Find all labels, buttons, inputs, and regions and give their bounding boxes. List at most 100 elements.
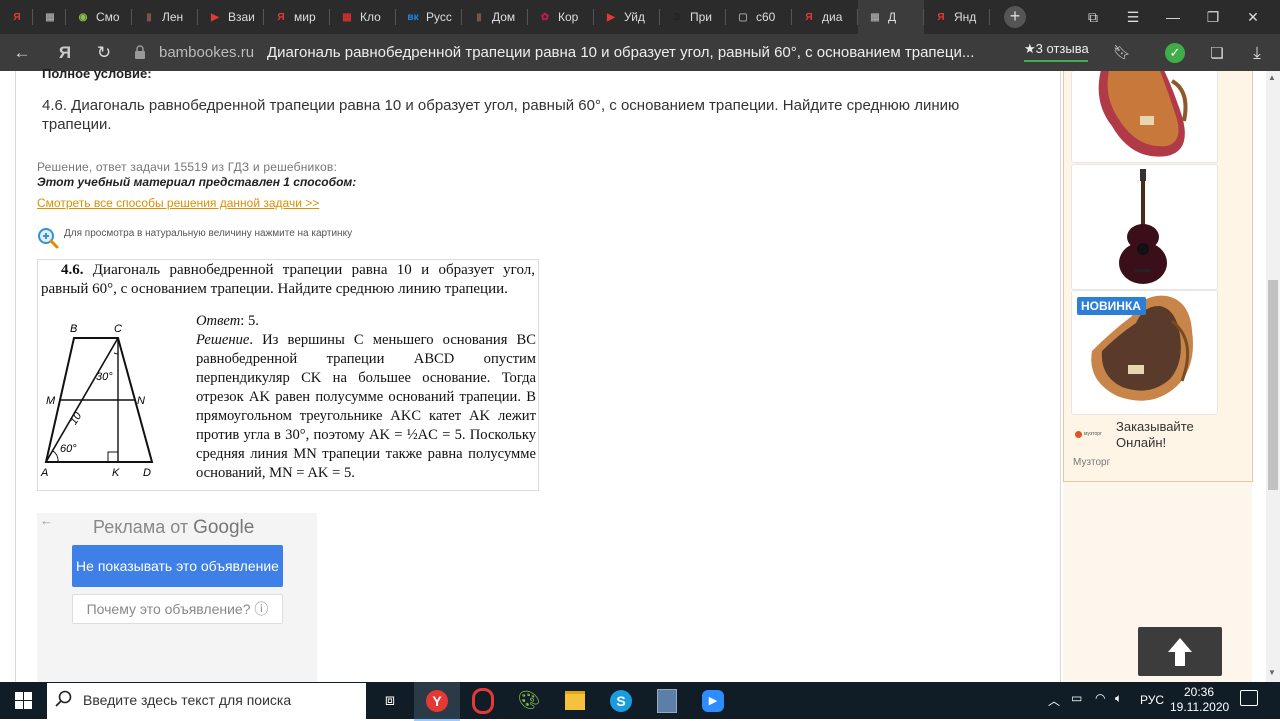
restore-button[interactable]: ❐	[1193, 0, 1233, 34]
new-badge: НОВИНКА	[1077, 297, 1146, 315]
tab-4[interactable]: ▶ Взаи	[198, 0, 264, 34]
scan-problem-number: 4.6.	[61, 262, 84, 278]
problem-statement: 4.6. Диагональ равнобедренной трапеции р…	[42, 97, 960, 133]
tab-2[interactable]: ◉ Смо	[66, 0, 132, 34]
tab-1[interactable]: ▦	[33, 0, 66, 34]
tab-3[interactable]: ▮ Лен	[132, 0, 198, 34]
scan-answer-label: Ответ	[196, 313, 241, 329]
new-tab-button[interactable]: +	[1004, 6, 1026, 28]
label-diagonal: 10	[68, 410, 85, 427]
tab-favicon-icon: Я	[937, 11, 945, 23]
tab-10[interactable]: ▶ Уйд	[594, 0, 660, 34]
tab-11[interactable]: З При	[660, 0, 726, 34]
start-button[interactable]	[0, 682, 46, 719]
tab-label: мир	[294, 10, 316, 24]
collections-icon[interactable]: ❏	[1203, 34, 1231, 71]
taskbar-skype[interactable]: S	[598, 682, 644, 719]
downloads-icon[interactable]: ⤓	[1243, 34, 1271, 71]
scroll-down-arrow-icon[interactable]: ▼	[1268, 668, 1276, 677]
scroll-to-top-button[interactable]	[1138, 627, 1222, 676]
trapezoid-figure: B C M N A K D 30° 60° 10	[40, 323, 154, 479]
clock-date: 19.11.2020	[1170, 700, 1230, 714]
paint-palette-icon: 🎨︎	[517, 690, 541, 710]
tab-favicon-icon: З	[673, 11, 681, 23]
muztorg-logo-text: музторг	[1084, 431, 1102, 437]
why-this-ad-button[interactable]: Почему это объявление? ⓘ	[72, 594, 283, 624]
tab-label: При	[690, 10, 713, 24]
taskbar-calculator[interactable]	[644, 682, 690, 719]
magnifier-icon[interactable]	[37, 227, 59, 249]
order-online-text[interactable]: Заказывайте Онлайн!	[1116, 419, 1206, 451]
page-title-in-address[interactable]: Диагональ равнобедренной трапеции равна …	[267, 44, 974, 61]
tab-label: Взаи	[228, 10, 255, 24]
scrollbar-thumb[interactable]	[1268, 280, 1278, 490]
tray-chevron-icon[interactable]: ︿	[1048, 692, 1060, 709]
taskbar-file-explorer[interactable]	[552, 682, 598, 719]
product-card-acoustic-guitar[interactable]	[1071, 164, 1218, 290]
back-arrow-icon[interactable]: ←	[8, 34, 36, 71]
taskbar-paint[interactable]: 🎨︎	[506, 682, 552, 719]
taskbar-yandex-browser[interactable]: Y	[414, 682, 460, 721]
google-logo-text: Google	[193, 517, 255, 538]
tab-label: Д	[888, 10, 897, 24]
tab-14[interactable]: ▦ Д	[858, 0, 924, 34]
solution-image[interactable]: 4.6. Диагональ равнобедренной трапеции р…	[37, 259, 539, 491]
tab-5[interactable]: Ямир	[264, 0, 330, 34]
product-card-guitar-case-red[interactable]	[1071, 66, 1218, 163]
tab-7[interactable]: вк Русс	[396, 0, 462, 34]
tab-12[interactable]: ▢ c60	[726, 0, 792, 34]
muztorg-logo[interactable]: музторг	[1075, 428, 1108, 440]
lock-icon[interactable]	[134, 45, 146, 59]
menu-icon[interactable]: ☰	[1113, 0, 1153, 34]
up-arrow-icon	[1168, 637, 1192, 666]
close-window-button[interactable]: ✕	[1233, 0, 1273, 34]
hide-ad-button[interactable]: Не показывать это объявление	[72, 545, 283, 587]
tab-label: Уйд	[624, 10, 645, 24]
scan-answer-line: Ответ: 5.	[196, 312, 536, 331]
taskbar-opera[interactable]	[460, 682, 506, 719]
tab-favicon-icon: ▢	[738, 11, 748, 23]
tab-favicon-icon: ▮	[476, 11, 482, 23]
tab-13[interactable]: Ядиа	[792, 0, 858, 34]
label-n: N	[137, 395, 145, 407]
volume-icon[interactable]: 🔈︎	[1115, 691, 1122, 706]
protect-check-icon[interactable]: ✓	[1165, 43, 1185, 63]
notifications-icon[interactable]	[1240, 690, 1258, 706]
muztorg-brand-label[interactable]: Музторг	[1073, 457, 1110, 468]
clock[interactable]: 20:36 19.11.2020	[1170, 685, 1230, 715]
label-a: A	[40, 467, 48, 479]
label-k: K	[112, 467, 120, 479]
scan-problem-text: 4.6. Диагональ равнобедренной трапеции р…	[41, 261, 535, 299]
tab-0[interactable]: ЯЯ	[0, 0, 33, 34]
content-divider	[1060, 71, 1061, 682]
tabs-manager-icon[interactable]: ⧉	[1073, 0, 1113, 34]
tab-label: Смо	[96, 10, 120, 24]
tab-6[interactable]: ▦ Кло	[330, 0, 396, 34]
tab-favicon-icon: ▦	[870, 11, 880, 23]
ad-title-prefix: Реклама от	[93, 517, 194, 537]
tab-favicon-icon: Я	[805, 11, 813, 23]
taskbar-zoom[interactable]: ▶	[690, 682, 736, 719]
wifi-icon[interactable]: ◠	[1095, 691, 1105, 705]
tab-favicon-icon: вк	[407, 11, 419, 23]
scroll-up-arrow-icon[interactable]: ▲	[1268, 73, 1276, 82]
ad-back-arrow-icon[interactable]: ←	[40, 513, 53, 528]
task-view-icon[interactable]: ⧈	[367, 682, 413, 719]
tab-9[interactable]: ✿ Кор	[528, 0, 594, 34]
taskbar-search-placeholder[interactable]: Введите здесь текст для поиска	[83, 692, 291, 708]
tab-8[interactable]: ▮ Дом	[462, 0, 528, 34]
minimize-button[interactable]: —	[1153, 0, 1193, 34]
language-indicator[interactable]: РУС	[1140, 693, 1164, 707]
bookmark-icon[interactable]: 🔖︎	[1108, 34, 1136, 71]
reviews-button[interactable]: ★3 отзыва	[1024, 41, 1089, 57]
battery-icon[interactable]: ▭	[1071, 691, 1082, 705]
scan-answer-value: : 5.	[240, 313, 259, 329]
all-methods-link[interactable]: Смотреть все способы решения данной зада…	[37, 196, 319, 210]
clock-time: 20:36	[1183, 685, 1215, 699]
tab-favicon-icon: ▶	[211, 11, 219, 23]
url-domain[interactable]: bambookes.ru	[159, 44, 254, 61]
tab-label: Кло	[360, 10, 381, 24]
tab-15[interactable]: Я Янд	[924, 0, 990, 34]
yandex-browser-icon: Y	[426, 689, 448, 712]
zoom-app-icon: ▶	[702, 689, 724, 712]
